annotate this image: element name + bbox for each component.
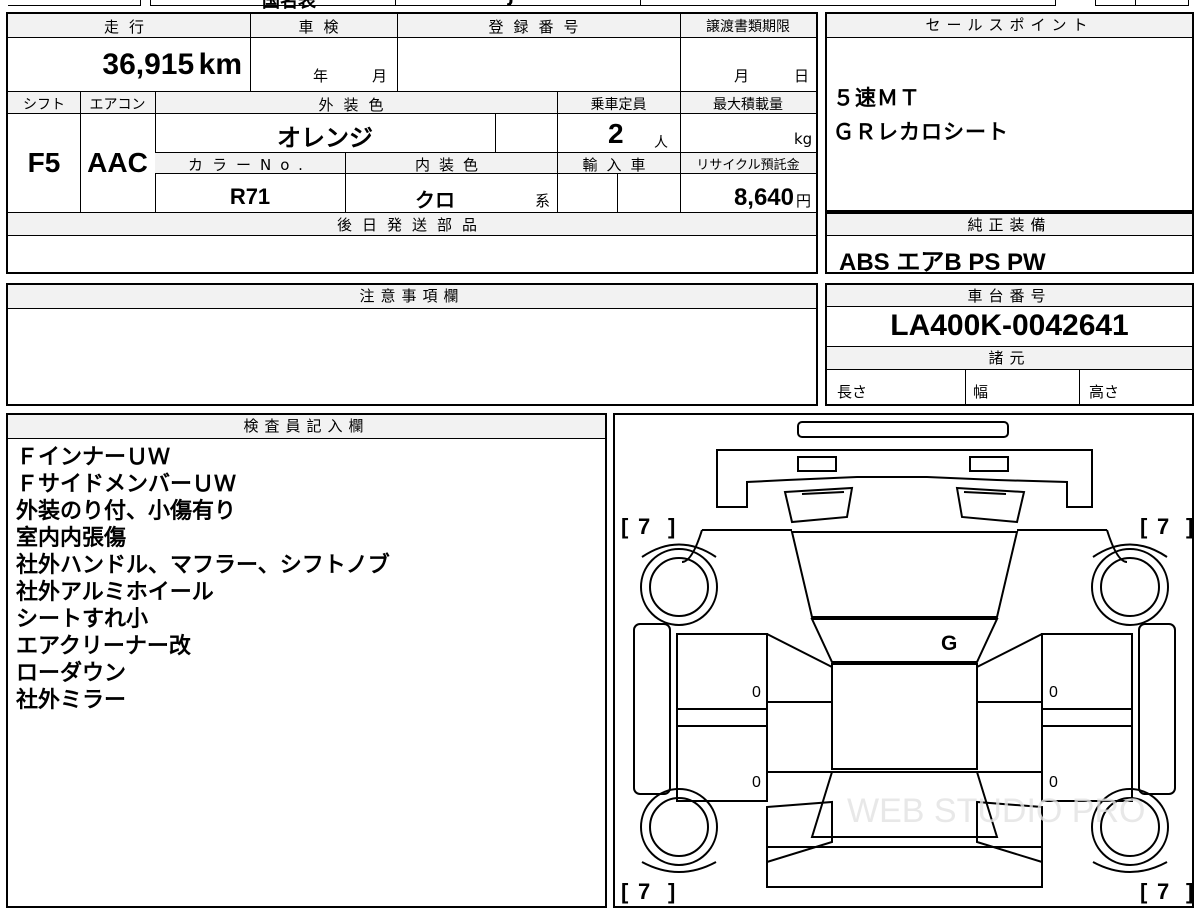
inspector-line-7: シートすれ小 xyxy=(16,606,149,631)
max-load-unit: kg xyxy=(794,130,813,148)
max-load-label: 最大積載量 xyxy=(713,97,783,113)
top-strip-fragment-2: J xyxy=(508,0,514,6)
svg-text:]: ] xyxy=(1186,879,1192,904)
interior-color-suffix: 系 xyxy=(535,192,551,210)
interior-color-label: 内装色 xyxy=(414,156,487,174)
inspector-line-6: 社外アルミホイール xyxy=(16,579,214,604)
svg-text:[: [ xyxy=(1140,514,1148,539)
inspector-box: 検査員記入欄 ＦインナーＵＷ ＦサイドメンバーＵＷ 外装のり付、小傷有り 室内内… xyxy=(6,413,607,908)
svg-text:[: [ xyxy=(621,879,629,904)
standard-equipment-value: ABS エアB PS PW xyxy=(839,249,1046,276)
car-diagram-box: [] [] [] [] 7 7 7 7 G 0 0 0 0 WEB STUDIO… xyxy=(613,413,1194,908)
svg-text:]: ] xyxy=(668,514,675,539)
top-strip: 国名表 J xyxy=(0,0,1200,12)
watermark: WEB STUDIO PRO xyxy=(847,792,1145,830)
svg-text:[: [ xyxy=(621,514,629,539)
sales-point-line-2: ＧＲレカロシート xyxy=(833,120,1009,144)
car-diagram: [] [] [] [] 7 7 7 7 G 0 0 0 0 WEB STUDIO… xyxy=(621,421,1192,904)
transfer-month-unit: 月 xyxy=(734,67,750,85)
spec-height-label: 高さ xyxy=(1089,383,1120,401)
registration-label: 登録番号 xyxy=(488,18,589,36)
transfer-day-unit: 日 xyxy=(794,67,810,85)
inspector-line-10: 社外ミラー xyxy=(16,687,127,712)
sales-point-box: セールスポイント ５速ＭＴ ＧＲレカロシート xyxy=(825,12,1194,212)
inspector-title: 検査員記入欄 xyxy=(8,415,605,439)
recycle-unit: 円 xyxy=(796,192,812,210)
chassis-title: 車台番号 xyxy=(827,285,1192,307)
inspection-year-unit: 年 xyxy=(313,67,329,85)
sales-point-title: セールスポイント xyxy=(827,14,1192,38)
color-no-label: カラーNo. xyxy=(188,156,312,174)
inspector-line-4: 室内内張傷 xyxy=(16,525,127,550)
tire-rear-left-value: 7 xyxy=(638,879,650,904)
chassis-number: LA400K-0042641 xyxy=(890,309,1129,342)
capacity-unit: 人 xyxy=(654,135,668,151)
specs-title: 諸元 xyxy=(827,346,1192,370)
recycle-value: 8,640 xyxy=(733,184,794,211)
mileage-label: 走行 xyxy=(103,18,154,36)
notes-title: 注意事項欄 xyxy=(8,285,816,309)
inspector-line-5: 社外ハンドル、マフラー、シフトノブ xyxy=(16,552,390,577)
notes-box: 注意事項欄 xyxy=(6,283,818,406)
transfer-deadline-label: 譲渡書類期限 xyxy=(706,19,790,35)
exterior-color-value: オレンジ xyxy=(277,125,373,152)
inspector-line-9: ローダウン xyxy=(16,660,127,685)
later-parts-label: 後日発送部品 xyxy=(336,216,487,234)
svg-text:]: ] xyxy=(1186,514,1192,539)
door-front-right-mark: 0 xyxy=(1049,684,1058,701)
svg-text:[: [ xyxy=(1140,879,1148,904)
windshield-mark: G xyxy=(941,632,957,655)
spec-length-label: 長さ xyxy=(837,383,868,401)
capacity-value: 2 xyxy=(608,118,624,149)
inspector-line-8: エアクリーナー改 xyxy=(16,633,191,658)
svg-text:]: ] xyxy=(668,879,675,904)
inspector-line-3: 外装のり付、小傷有り xyxy=(16,498,237,523)
door-rear-right-mark: 0 xyxy=(1049,774,1058,791)
aircon-label: エアコン xyxy=(89,97,146,113)
recycle-label: リサイクル預託金 xyxy=(696,158,800,173)
shift-label: シフト xyxy=(23,97,65,113)
mileage-value-group: 36,915 km xyxy=(8,48,248,82)
standard-equipment-title: 純正装備 xyxy=(827,214,1192,236)
inspector-line-1: ＦインナーＵＷ xyxy=(16,444,171,469)
spec-width-label: 幅 xyxy=(973,383,989,401)
interior-color-value: クロ xyxy=(415,190,455,212)
inspector-line-2: ＦサイドメンバーＵＷ xyxy=(16,471,237,496)
exterior-color-label: 外装色 xyxy=(318,96,394,114)
door-rear-left-mark: 0 xyxy=(752,774,761,791)
main-form: 走行 車検 登録番号 譲渡書類期限 36,915 km 年 月 月 日 シフト … xyxy=(6,12,818,274)
door-front-left-mark: 0 xyxy=(752,684,761,701)
inspection-month-unit: 月 xyxy=(372,67,388,85)
standard-equipment-box: 純正装備 ABS エアB PS PW xyxy=(825,212,1194,276)
mileage-value: 36,915 xyxy=(102,48,195,81)
aircon-value: AAC xyxy=(87,147,148,178)
capacity-label: 乗車定員 xyxy=(590,97,647,113)
inspection-label: 車検 xyxy=(298,18,349,36)
tire-rear-right-value: 7 xyxy=(1157,879,1169,904)
mileage-unit: km xyxy=(198,48,242,81)
import-label: 輸入車 xyxy=(582,156,655,174)
sales-point-line-1: ５速ＭＴ xyxy=(833,86,921,110)
tire-front-right-value: 7 xyxy=(1157,514,1169,539)
tire-front-left-value: 7 xyxy=(638,514,650,539)
shift-value: F5 xyxy=(27,147,61,178)
chassis-box: 車台番号 LA400K-0042641 諸元 長さ 幅 高さ xyxy=(825,283,1194,406)
color-no-value: R71 xyxy=(229,184,271,209)
